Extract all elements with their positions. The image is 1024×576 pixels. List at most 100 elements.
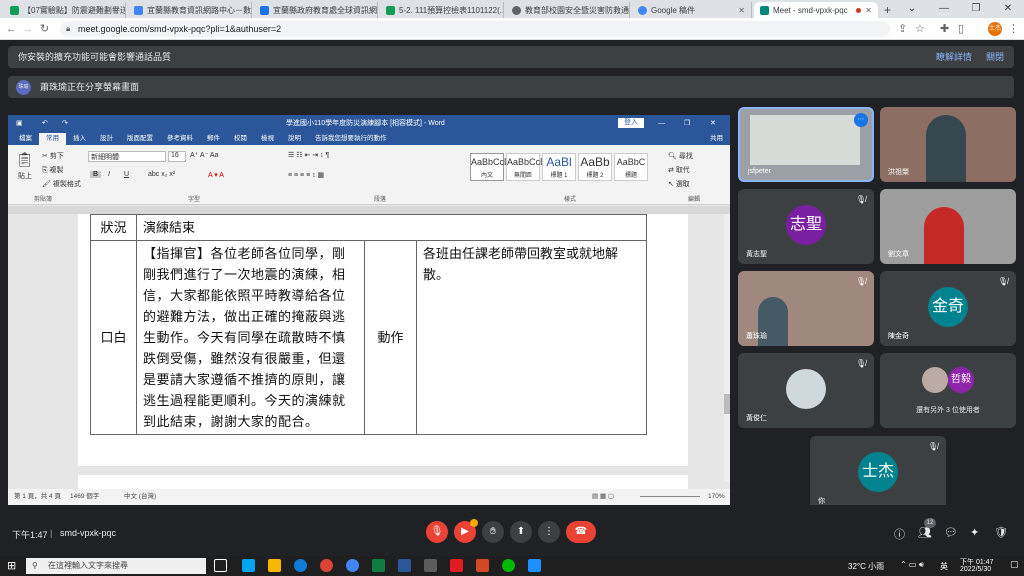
details-link[interactable]: 瞭解詳情 [936, 46, 972, 68]
vertical-scrollbar[interactable] [724, 214, 730, 482]
tab-layout[interactable]: 版面配置 [120, 133, 160, 145]
participant-tile[interactable]: 🎙︎̸ 志聖 黃志聖 [738, 189, 874, 264]
horizontal-ruler[interactable] [8, 206, 730, 214]
font-size-select[interactable]: 16 [168, 151, 186, 162]
dismiss-link[interactable]: 關閉 [986, 46, 1004, 68]
excel-icon[interactable] [372, 559, 385, 572]
word-close-icon[interactable]: ✕ [710, 115, 716, 132]
weather-widget[interactable]: 32°C 小雨 [848, 561, 884, 572]
notification-icon[interactable]: ▢ [1010, 559, 1019, 570]
line-icon[interactable] [502, 559, 515, 572]
scrollbar-thumb[interactable] [724, 394, 730, 414]
replace-button[interactable]: ⇄ 取代 [668, 165, 690, 175]
taskbar-search-input[interactable]: ⚲ 在這裡輸入文字來搜尋 [26, 558, 206, 574]
browser-tab[interactable]: 宜蘭縣教育資訊網路中心－數位✕ [128, 2, 252, 18]
underline-button[interactable]: U [124, 171, 129, 178]
tell-me-search[interactable]: 告訴我您想要執行的動作 [308, 133, 394, 145]
tab-view[interactable]: 檢視 [254, 133, 281, 145]
font-color-icon[interactable]: A ▾ A [208, 171, 224, 179]
tab-home[interactable]: 常用 [39, 133, 66, 145]
host-controls-icon[interactable]: 🛡︎ [994, 526, 1008, 539]
tray-icons[interactable]: ⌃ ▭ 🔊︎ [900, 560, 924, 570]
save-icon[interactable]: ▣ [16, 115, 23, 132]
activities-icon[interactable]: ✦ [970, 526, 979, 539]
address-bar[interactable]: 🔒︎ meet.google.com/smd-vpxk-pqc?pli=1&aut… [60, 21, 890, 37]
extensions-icon[interactable]: ✚ [940, 21, 949, 37]
tab-references[interactable]: 參考資料 [160, 133, 200, 145]
browser-tab-active[interactable]: Meet - smd-vpxk-pqc ✕ [754, 2, 878, 18]
browser-tab[interactable]: 5-2. 111預算控檢表1101122(...✕ [380, 2, 504, 18]
minimize-icon[interactable]: — [928, 0, 960, 18]
zoom-slider[interactable] [640, 496, 700, 497]
style-no-spacing[interactable]: AaBbCcD 無間距 [506, 153, 547, 181]
browser-tab[interactable]: 宜蘭縣政府教育處全球資訊網✕ [254, 2, 378, 18]
style-heading1[interactable]: AaBl 標題 1 [542, 153, 576, 181]
cut-button[interactable]: ✂ 剪下 [42, 151, 64, 161]
new-tab-button[interactable]: + [884, 3, 891, 17]
tab-search-icon[interactable]: ⌄ [896, 0, 928, 18]
participant-tile[interactable]: 🎙︎̸ 蕭珠瑜 [738, 271, 874, 346]
bold-button[interactable]: B [90, 171, 102, 178]
grow-font-icon[interactable]: A⁺ A⁻ Aa [190, 151, 218, 159]
word-icon[interactable] [398, 559, 411, 572]
app-icon[interactable] [242, 559, 255, 572]
align-icon[interactable]: ≡ ≡ ≡ ≡ ↕ ▦ [288, 171, 324, 179]
star-icon[interactable]: ☆ [915, 21, 925, 37]
edge-icon[interactable] [294, 559, 307, 572]
profile-avatar[interactable]: 士杰 [988, 22, 1002, 36]
find-button[interactable]: 🔍︎ 尋找 [668, 151, 693, 161]
font-name-select[interactable]: 新細明體 [88, 151, 166, 162]
participant-tile[interactable]: 劉文章 [880, 189, 1016, 264]
chrome-profile-icon[interactable] [346, 559, 359, 572]
browser-tab[interactable]: 【07實驗點】防震避難劃譽送✕ [4, 2, 126, 18]
undo-icon[interactable]: ↶ [42, 115, 48, 132]
tab-mailings[interactable]: 郵件 [200, 133, 227, 145]
style-title[interactable]: AaBbC 標題 [614, 153, 648, 181]
present-button[interactable]: ⬆ [510, 521, 532, 543]
task-view-icon[interactable] [214, 559, 227, 572]
browser-tab[interactable]: 教育部校園安全暨災害防救通報✕ [506, 2, 630, 18]
tab-file[interactable]: 檔案 [12, 133, 39, 145]
file-explorer-icon[interactable] [268, 559, 281, 572]
view-mode-icons[interactable]: ▤ ▦ ▢ [592, 489, 614, 505]
close-tab-icon[interactable]: ✕ [738, 6, 745, 15]
paste-button[interactable]: 貼上 [18, 171, 32, 181]
browser-tab[interactable]: Google 稿件 ✕ [632, 2, 752, 18]
participant-tile[interactable]: 洪祖榮 [880, 107, 1016, 182]
close-tab-icon[interactable]: ✕ [865, 6, 872, 15]
word-count[interactable]: 1469 個字 [70, 489, 99, 505]
copy-button[interactable]: ⎘ 複製 [42, 165, 64, 175]
clock-date[interactable]: 2022/5/30 [960, 566, 991, 573]
page-indicator[interactable]: 第 1 頁，共 4 頁 [14, 489, 61, 505]
paste-icon[interactable]: 📋︎ [16, 151, 34, 168]
chrome-icon[interactable] [320, 559, 333, 572]
self-tile[interactable]: 🎙︎̸ 士杰 你 [810, 436, 946, 511]
tab-design[interactable]: 設計 [93, 133, 120, 145]
zoom-level[interactable]: 170% [708, 489, 725, 505]
document-page[interactable]: 狀況 演練結束 口白 【指揮官】各位老師各位同學，剛剛我們進行了一次地震的演練，… [78, 214, 688, 466]
acrobat-icon[interactable] [450, 559, 463, 572]
menu-icon[interactable]: ⋮ [1008, 21, 1019, 37]
info-icon[interactable]: ⓘ [894, 526, 905, 542]
word-minimize-icon[interactable]: — [658, 115, 665, 132]
back-icon[interactable]: ← [6, 21, 17, 37]
tab-insert[interactable]: 插入 [66, 133, 93, 145]
bullets-icon[interactable]: ☰ ☷ ⇤ ⇥ ↕ ¶ [288, 151, 329, 159]
forward-icon[interactable]: → [22, 21, 33, 37]
language-indicator[interactable]: 中文 (台灣) [124, 489, 156, 505]
leave-call-button[interactable]: ☎ [566, 521, 596, 543]
participant-tile-pinned[interactable]: ⋯ jsfpeter [738, 107, 874, 182]
close-window-icon[interactable]: ✕ [992, 0, 1024, 18]
italic-button[interactable]: I [108, 171, 110, 178]
participant-group-tile[interactable]: 哲毅 還有另外 3 位使用者 [880, 353, 1016, 428]
tab-help[interactable]: 說明 [281, 133, 308, 145]
participant-tile[interactable]: 🎙︎̸ 金奇 陳金奇 [880, 271, 1016, 346]
reload-icon[interactable]: ↻ [40, 21, 49, 37]
more-options-button[interactable]: ⋮ [538, 521, 560, 543]
style-heading2[interactable]: AaBb 標題 2 [578, 153, 612, 181]
share-icon[interactable]: ⇪ [898, 21, 907, 37]
ime-indicator[interactable]: 英 [940, 561, 948, 572]
format-painter-button[interactable]: 🖌︎ 複製格式 [42, 179, 81, 189]
share-button[interactable]: 共用 [703, 133, 730, 145]
select-button[interactable]: ↖ 選取 [668, 179, 690, 189]
